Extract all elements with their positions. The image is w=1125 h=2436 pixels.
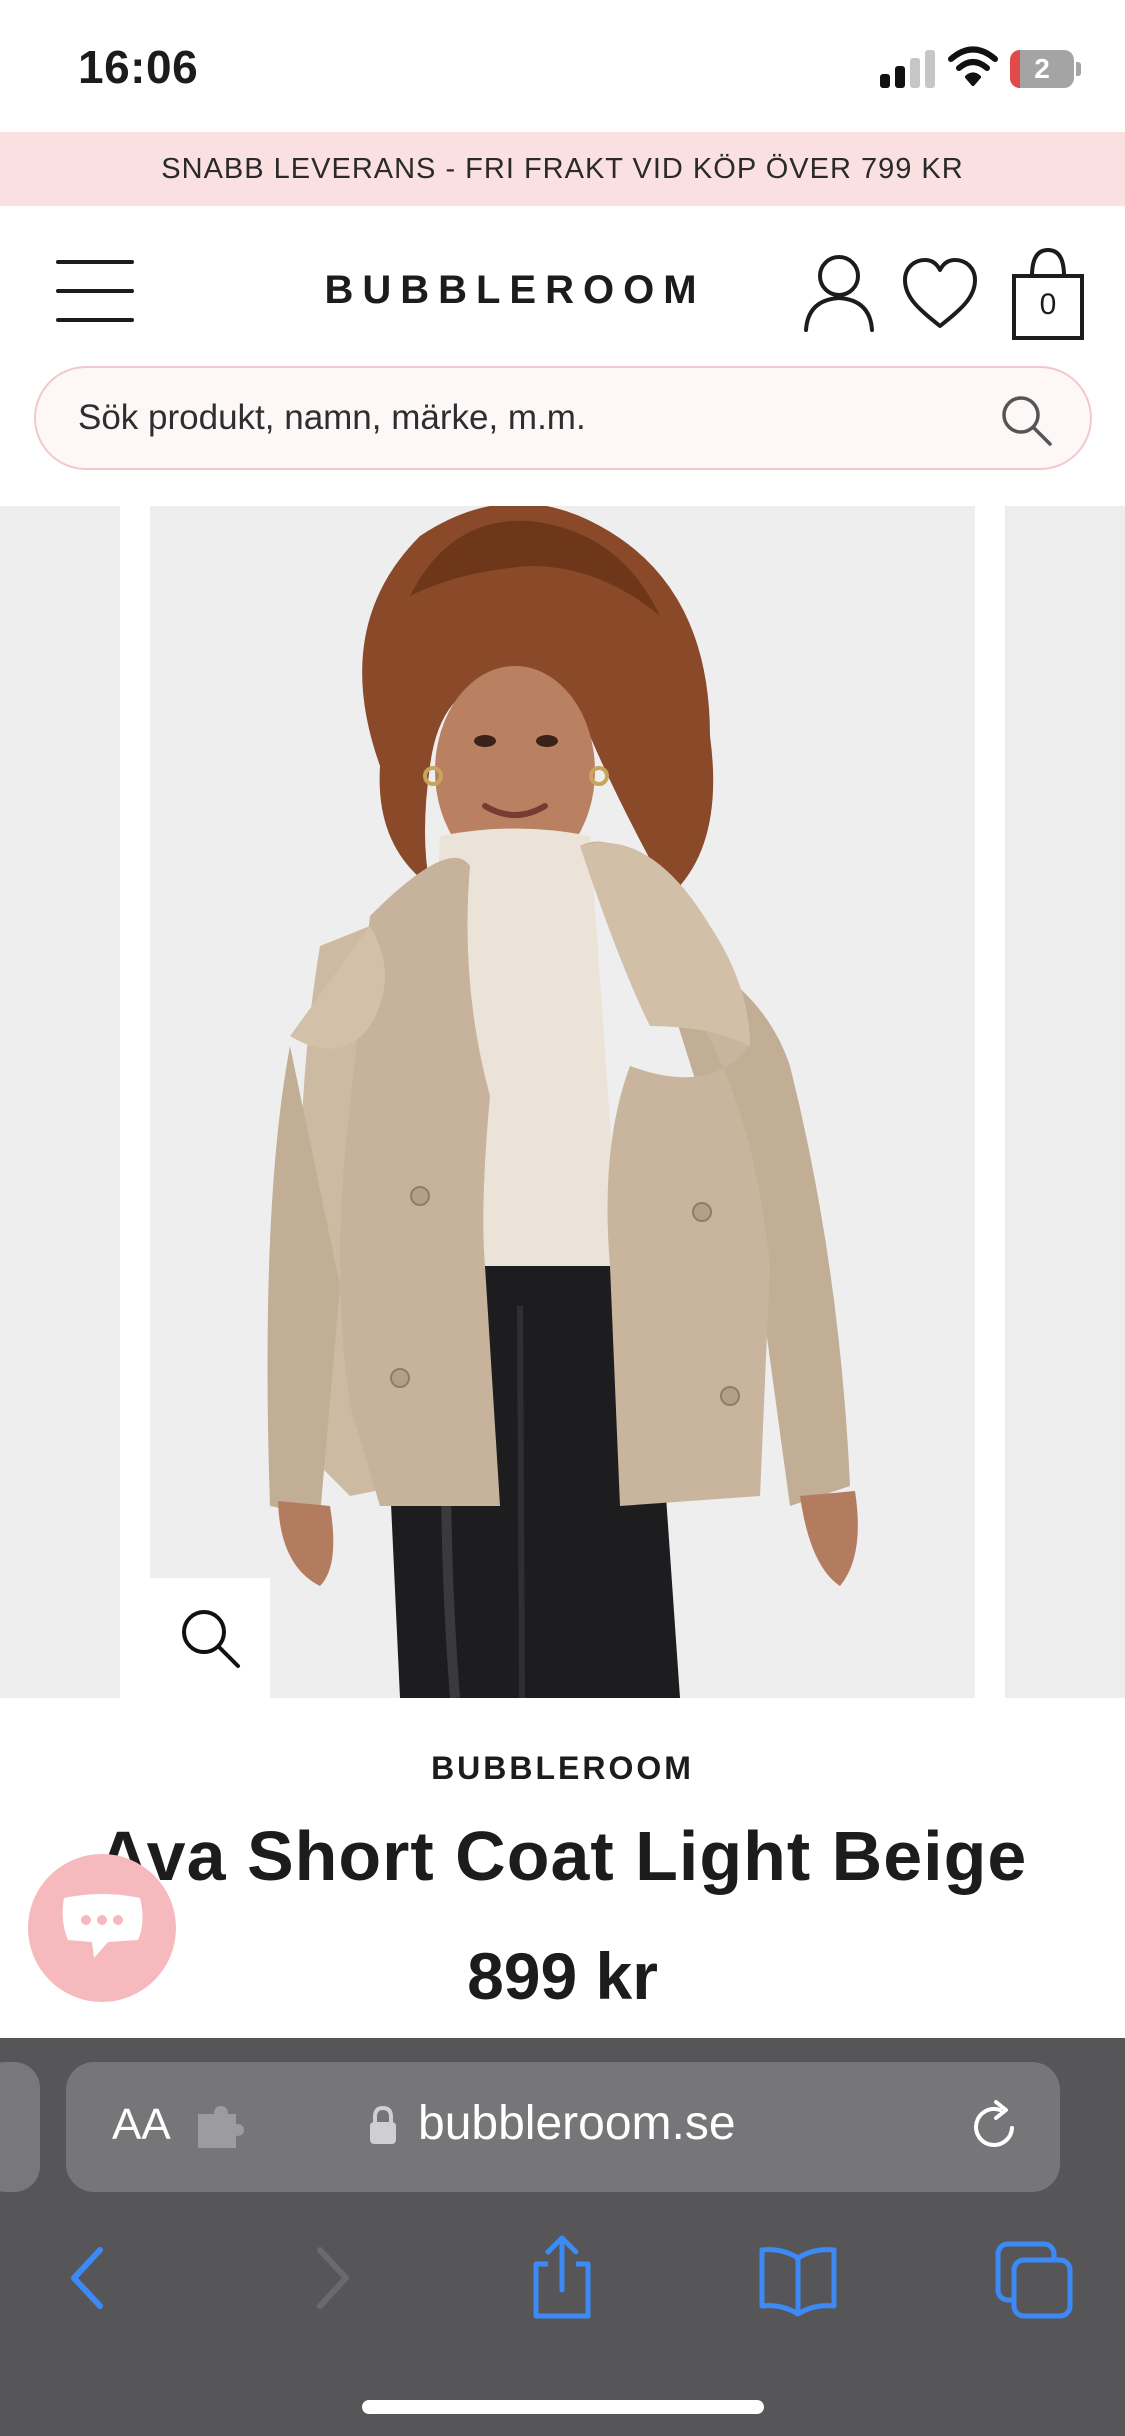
tabs-icon[interactable] xyxy=(984,2228,1084,2328)
chat-button[interactable] xyxy=(28,1854,176,2002)
lock-icon xyxy=(370,2106,396,2144)
site-header: BUBBLEROOM 0 Sök produkt, namn, märke, m… xyxy=(0,206,1125,506)
share-icon[interactable] xyxy=(512,2228,612,2328)
product-image[interactable] xyxy=(150,506,975,1698)
gallery-divider xyxy=(975,506,1005,1698)
menu-icon[interactable] xyxy=(56,256,134,326)
search-bar[interactable]: Sök produkt, namn, märke, m.m. xyxy=(34,366,1092,470)
account-icon[interactable] xyxy=(800,252,878,332)
next-image-peek[interactable] xyxy=(1005,506,1125,1698)
zoom-button[interactable] xyxy=(150,1578,270,1698)
search-icon[interactable] xyxy=(998,392,1054,448)
bookmarks-icon[interactable] xyxy=(748,2228,848,2328)
address-bar[interactable]: AA bubbleroom.se xyxy=(66,2062,1060,2192)
zoom-icon[interactable] xyxy=(178,1606,242,1670)
forward-icon[interactable] xyxy=(280,2228,380,2328)
brand-logo[interactable]: BUBBLEROOM xyxy=(300,268,730,313)
search-input[interactable]: Sök produkt, namn, märke, m.m. xyxy=(78,398,586,438)
gallery-divider xyxy=(120,506,150,1698)
battery-icon: 2 xyxy=(1010,50,1082,88)
chat-icon xyxy=(62,1894,143,1958)
status-time: 16:06 xyxy=(78,41,199,93)
previous-image-peek[interactable] xyxy=(0,506,120,1698)
cellular-signal-icon xyxy=(880,48,936,88)
wifi-icon xyxy=(948,46,998,86)
product-title: Ava Short Coat Light Beige xyxy=(97,1817,1028,1895)
product-brand[interactable]: BUBBLEROOM xyxy=(0,1750,1125,1787)
browser-nav xyxy=(0,2228,1125,2348)
heart-icon[interactable] xyxy=(900,256,980,332)
page: 16:06 2 SNABB LEVERANS - FRI FRAKT VID K… xyxy=(0,0,1125,2436)
product-info: BUBBLEROOM Ava Short Coat Light Beige 89… xyxy=(0,1698,1125,2038)
product-gallery[interactable] xyxy=(0,506,1125,1698)
status-bar: 16:06 2 xyxy=(0,0,1125,132)
battery-level: 2 xyxy=(1034,53,1050,84)
text-size-button[interactable]: AA xyxy=(112,2100,171,2150)
previous-tab-peek[interactable] xyxy=(0,2062,40,2192)
extension-icon[interactable] xyxy=(194,2106,244,2148)
back-icon[interactable] xyxy=(40,2228,140,2328)
promo-banner[interactable]: SNABB LEVERANS - FRI FRAKT VID KÖP ÖVER … xyxy=(0,132,1125,206)
browser-toolbar: AA bubbleroom.se xyxy=(0,2038,1125,2436)
bag-count: 0 xyxy=(1039,288,1057,321)
url-text[interactable]: bubbleroom.se xyxy=(418,2096,736,2151)
home-indicator[interactable] xyxy=(362,2400,764,2414)
woman-wearing-beige-short-coat xyxy=(150,506,975,1698)
reload-icon[interactable] xyxy=(966,2098,1022,2154)
